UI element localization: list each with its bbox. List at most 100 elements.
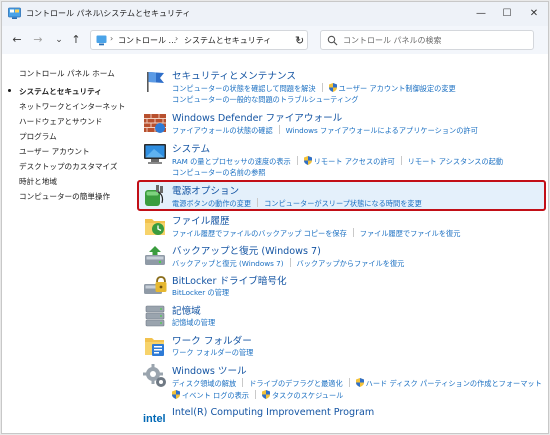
- control-panel-window: コントロール パネル\システムとセキュリティ — ☐ ✕ ← → ⌄ ↑ › コ…: [1, 1, 549, 434]
- work-folders-icon: [145, 338, 164, 356]
- link-row: ファイアウォールの状態の確認 Windows ファイアウォールによるアプリケーショ…: [172, 125, 478, 136]
- link-row: BitLocker の管理: [172, 288, 229, 298]
- uac-shield-icon: [303, 156, 312, 165]
- link-allow-app[interactable]: Windows ファイアウォールによるアプリケーションの許可: [286, 126, 478, 136]
- sidebar-item-home[interactable]: コントロール パネル ホーム: [19, 68, 115, 79]
- link-event-logs[interactable]: イベント ログの表示: [182, 391, 249, 401]
- flag-icon: [147, 72, 164, 92]
- category-title[interactable]: ワーク フォルダー: [172, 333, 252, 347]
- sidebar-item-ease-of-access[interactable]: コンピューターの簡単操作: [19, 191, 110, 202]
- breadcrumb-system-security[interactable]: システムとセキュリティ: [184, 35, 271, 46]
- link-uac-settings[interactable]: ユーザー アカウント制御設定の変更: [339, 84, 456, 94]
- sidebar-item-clock-region[interactable]: 時計と地域: [19, 176, 57, 187]
- link-divider: [289, 258, 291, 267]
- breadcrumb-separator: ›: [110, 34, 114, 43]
- link-remote-access[interactable]: リモート アクセスの許可: [314, 157, 395, 167]
- control-panel-app-icon: [8, 7, 21, 19]
- forward-button[interactable]: →: [30, 33, 46, 47]
- link-disk-cleanup[interactable]: ディスク領域の解放: [172, 379, 236, 389]
- search-input[interactable]: コントロール パネルの検索: [343, 35, 442, 46]
- category-title[interactable]: BitLocker ドライブ暗号化: [172, 273, 287, 287]
- link-disk-partitions[interactable]: ハード ディスク パーティションの作成とフォーマット: [366, 379, 542, 389]
- title-bar: コントロール パネル\システムとセキュリティ — ☐ ✕: [2, 2, 548, 26]
- link-divider: [352, 228, 354, 237]
- link-divider: [296, 156, 298, 165]
- link-row: コンピューターの一般的な問題のトラブルシューティング: [172, 95, 358, 105]
- up-button[interactable]: ↑: [68, 33, 84, 47]
- sidebar-item-programs[interactable]: プログラム: [19, 131, 57, 142]
- computer-icon: [144, 144, 166, 164]
- link-restore-files[interactable]: ファイル履歴でファイルを復元: [360, 229, 461, 239]
- link-schedule-tasks[interactable]: タスクのスケジュール: [272, 391, 343, 401]
- backup-icon: [145, 246, 165, 265]
- control-panel-icon: [96, 35, 107, 46]
- sidebar-item-user-accounts[interactable]: ユーザー アカウント: [19, 146, 90, 157]
- link-row: ファイル履歴でファイルのバックアップ コピーを保存 ファイル履歴でファイルを復元: [172, 228, 460, 239]
- search-icon: [327, 35, 338, 46]
- link-row: RAM の量とプロセッサの速度の表示 リモート アクセスの許可 リモート アシスタン…: [172, 156, 503, 167]
- category-title[interactable]: 記憶域: [172, 303, 201, 317]
- tools-icon: [143, 364, 166, 387]
- sidebar-item-hardware-sound[interactable]: ハードウェアとサウンド: [19, 116, 102, 127]
- link-divider: [257, 198, 259, 207]
- refresh-button[interactable]: ↻: [295, 34, 304, 47]
- link-row: ワーク フォルダーの管理: [172, 348, 253, 358]
- uac-shield-icon: [328, 83, 337, 92]
- search-box[interactable]: コントロール パネルの検索: [320, 30, 534, 50]
- category-title[interactable]: Windows Defender ファイアウォール: [172, 110, 342, 124]
- category-title[interactable]: ファイル履歴: [172, 213, 230, 227]
- window-title: コントロール パネル\システムとセキュリティ: [26, 9, 191, 18]
- sidebar-item-desktop-customization[interactable]: デスクトップのカスタマイズ: [19, 161, 118, 172]
- link-divider: [278, 125, 280, 134]
- link-divider: [254, 390, 256, 399]
- link-manage-bitlocker[interactable]: BitLocker の管理: [172, 288, 229, 298]
- uac-shield-icon: [172, 390, 180, 399]
- category-title[interactable]: セキュリティとメンテナンス: [172, 68, 296, 82]
- link-defragment[interactable]: ドライブのデフラグと最適化: [249, 379, 342, 389]
- active-indicator: [8, 89, 11, 92]
- file-history-icon: [145, 219, 165, 235]
- link-remote-assistance[interactable]: リモート アシスタンスの起動: [408, 157, 503, 167]
- link-computer-name[interactable]: コンピューターの名前の参照: [172, 168, 265, 178]
- link-troubleshooting[interactable]: コンピューターの一般的な問題のトラブルシューティング: [172, 95, 358, 105]
- minimize-button[interactable]: —: [468, 4, 494, 24]
- intel-icon: intel: [143, 413, 166, 425]
- link-power-button-action[interactable]: 電源ボタンの動作の変更: [172, 199, 251, 209]
- category-title[interactable]: 電源オプション: [172, 183, 239, 197]
- breadcrumb-control-panel[interactable]: コントロール ...: [118, 35, 176, 46]
- link-sleep-time[interactable]: コンピューターがスリープ状態になる時間を変更: [264, 199, 422, 209]
- link-divider: [321, 83, 323, 92]
- recent-locations-dropdown[interactable]: ⌄: [51, 33, 67, 47]
- sidebar-item-system-security[interactable]: システムとセキュリティ: [19, 86, 102, 97]
- link-row: 電源ボタンの動作の変更 コンピューターがスリープ状態になる時間を変更: [172, 198, 422, 209]
- storage-icon: [145, 305, 165, 327]
- link-manage-work-folders[interactable]: ワーク フォルダーの管理: [172, 348, 253, 358]
- uac-shield-icon: [355, 378, 364, 387]
- category-title[interactable]: バックアップと復元 (Windows 7): [172, 243, 321, 257]
- link-restore-from-backup[interactable]: バックアップからファイルを復元: [297, 259, 405, 269]
- link-row: コンピューターの状態を確認して問題を解決 ユーザー アカウント制御設定の変更: [172, 83, 456, 94]
- category-title[interactable]: Windows ツール: [172, 363, 247, 377]
- link-row: 記憶域の管理: [172, 318, 215, 328]
- category-title[interactable]: Intel(R) Computing Improvement Program: [172, 407, 374, 418]
- link-divider: [348, 378, 350, 387]
- close-button[interactable]: ✕: [521, 4, 547, 24]
- sidebar-item-network[interactable]: ネットワークとインターネット: [19, 101, 125, 112]
- breadcrumb-separator: ›: [175, 34, 179, 43]
- link-backup-restore-win7[interactable]: バックアップと復元 (Windows 7): [172, 259, 284, 269]
- link-row: コンピューターの名前の参照: [172, 168, 265, 178]
- uac-shield-icon: [261, 390, 270, 399]
- link-row: イベント ログの表示 タスクのスケジュール: [172, 390, 343, 401]
- link-ram-processor[interactable]: RAM の量とプロセッサの速度の表示: [172, 157, 291, 167]
- link-check-status[interactable]: コンピューターの状態を確認して問題を解決: [172, 84, 316, 94]
- link-save-backup-copies[interactable]: ファイル履歴でファイルのバックアップ コピーを保存: [172, 229, 347, 239]
- navigation-bar: ← → ⌄ ↑ › コントロール ... › システムとセキュリティ ⌄ ↻ コ…: [2, 26, 548, 54]
- maximize-button[interactable]: ☐: [494, 4, 520, 24]
- link-row: ディスク領域の解放 ドライブのデフラグと最適化 ハード ディスク パーティションの作…: [172, 378, 542, 389]
- firewall-icon: [144, 114, 166, 133]
- link-firewall-status[interactable]: ファイアウォールの状態の確認: [172, 126, 273, 136]
- category-title[interactable]: システム: [172, 141, 210, 155]
- back-button[interactable]: ←: [9, 33, 25, 47]
- address-bar[interactable]: › コントロール ... › システムとセキュリティ ⌄: [90, 30, 308, 50]
- link-manage-storage-spaces[interactable]: 記憶域の管理: [172, 318, 215, 328]
